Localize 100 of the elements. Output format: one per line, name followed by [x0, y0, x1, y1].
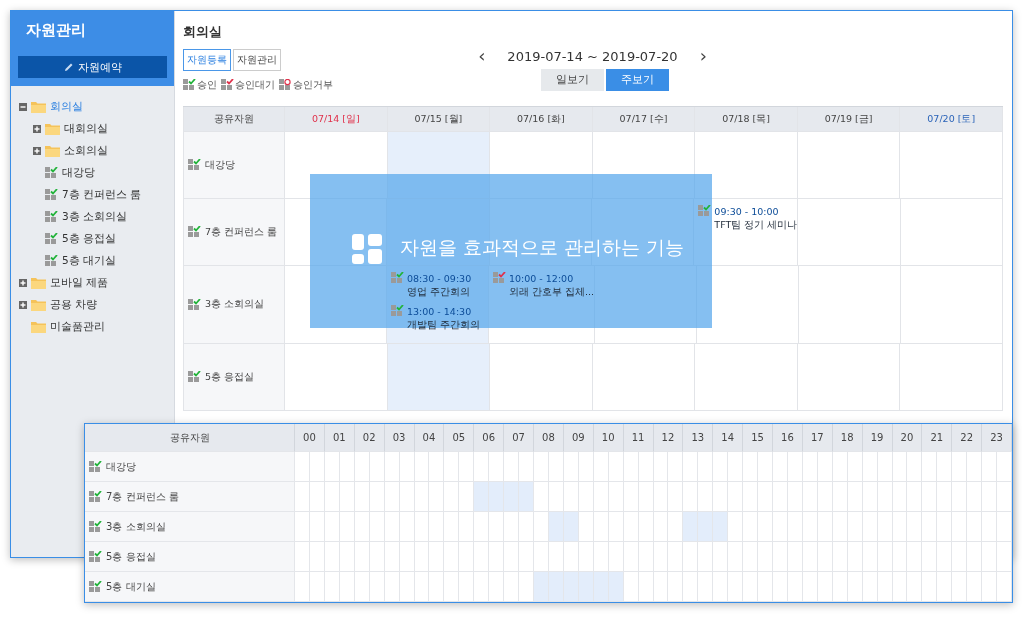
time-slot[interactable] [713, 542, 729, 572]
time-slot[interactable] [758, 572, 773, 602]
time-slot[interactable] [982, 512, 998, 542]
time-slot[interactable] [519, 512, 534, 542]
prev-button[interactable]: ‹ [474, 47, 490, 65]
time-slot[interactable] [728, 482, 744, 512]
time-slot[interactable] [713, 572, 729, 602]
time-slot[interactable] [444, 572, 460, 602]
time-slot[interactable] [519, 542, 534, 572]
time-slot[interactable] [997, 512, 1012, 542]
time-slot[interactable] [698, 572, 714, 602]
time-slot[interactable] [698, 542, 714, 572]
time-slot[interactable] [668, 512, 684, 542]
time-slot[interactable] [713, 512, 729, 542]
tree-item[interactable]: 미술품관리 [50, 320, 105, 334]
calendar-cell[interactable] [490, 344, 593, 411]
time-slot[interactable] [982, 542, 998, 572]
time-slot[interactable] [295, 512, 310, 542]
time-slot[interactable] [489, 542, 505, 572]
time-slot[interactable] [967, 452, 983, 482]
calendar-cell[interactable] [797, 344, 901, 411]
calendar-cell[interactable] [797, 132, 901, 199]
time-slot[interactable] [295, 482, 310, 512]
time-slot[interactable] [952, 452, 968, 482]
time-slot[interactable] [504, 452, 520, 482]
time-slot[interactable] [922, 452, 938, 482]
time-slot[interactable] [758, 482, 773, 512]
time-slot[interactable] [683, 542, 699, 572]
time-slot[interactable] [474, 482, 490, 512]
event-time[interactable]: 09:30 - 10:00 [714, 205, 779, 217]
time-slot[interactable] [952, 512, 968, 542]
calendar-cell[interactable] [387, 344, 491, 411]
time-slot[interactable] [459, 572, 475, 602]
time-slot[interactable] [698, 512, 714, 542]
event-time[interactable]: 13:00 - 14:30 [406, 305, 472, 317]
time-slot[interactable] [728, 452, 744, 482]
expand-icon[interactable] [19, 279, 27, 287]
time-slot[interactable] [982, 482, 998, 512]
calendar-cell[interactable] [799, 266, 901, 344]
time-slot[interactable] [937, 512, 953, 542]
time-slot[interactable] [459, 482, 475, 512]
time-slot[interactable] [683, 512, 699, 542]
time-slot[interactable] [519, 482, 534, 512]
calendar-cell[interactable] [900, 344, 1003, 411]
time-slot[interactable] [743, 452, 759, 482]
time-slot[interactable] [534, 572, 549, 602]
time-slot[interactable] [668, 542, 684, 572]
time-slot[interactable] [504, 572, 520, 602]
time-slot[interactable] [773, 452, 788, 482]
time-slot[interactable] [758, 542, 773, 572]
time-slot[interactable] [982, 452, 998, 482]
time-slot[interactable] [459, 452, 475, 482]
time-slot[interactable] [534, 512, 549, 542]
time-slot[interactable] [922, 512, 938, 542]
collapse-icon[interactable] [19, 103, 27, 111]
time-slot[interactable] [429, 452, 445, 482]
time-slot[interactable] [937, 572, 953, 602]
tree-item[interactable]: 대강당 [62, 166, 95, 180]
time-slot[interactable] [937, 452, 953, 482]
time-slot[interactable] [489, 482, 505, 512]
tree-item[interactable]: 5층 응접실 [62, 232, 117, 246]
time-slot[interactable] [474, 452, 490, 482]
time-slot[interactable] [997, 572, 1012, 602]
time-slot[interactable] [489, 452, 505, 482]
event-title[interactable]: TFT팀 정기 세미나 [714, 219, 798, 232]
time-slot[interactable] [713, 482, 729, 512]
event-time[interactable]: 10:00 - 12:00 [508, 272, 574, 284]
time-slot[interactable] [952, 542, 968, 572]
time-slot[interactable] [997, 542, 1012, 572]
time-slot[interactable] [997, 452, 1012, 482]
tree-item[interactable]: 7층 컨퍼런스 룸 [62, 188, 142, 202]
time-slot[interactable] [907, 572, 923, 602]
time-slot[interactable] [444, 542, 460, 572]
time-slot[interactable] [504, 482, 520, 512]
time-slot[interactable] [773, 482, 788, 512]
time-slot[interactable] [504, 512, 520, 542]
time-slot[interactable] [519, 452, 534, 482]
time-slot[interactable] [758, 512, 773, 542]
time-slot[interactable] [773, 542, 788, 572]
time-slot[interactable] [519, 572, 534, 602]
time-slot[interactable] [743, 542, 759, 572]
time-slot[interactable] [429, 572, 445, 602]
calendar-cell[interactable] [901, 266, 1003, 344]
time-slot[interactable] [474, 512, 490, 542]
time-slot[interactable] [967, 482, 983, 512]
action-button[interactable]: 자원등록 [183, 49, 231, 71]
time-slot[interactable] [489, 572, 505, 602]
time-slot[interactable] [743, 572, 759, 602]
view-tab[interactable]: 일보기 [541, 69, 605, 91]
time-slot[interactable] [489, 512, 505, 542]
time-slot[interactable] [474, 542, 490, 572]
reserve-button[interactable]: 자원예약 [18, 56, 167, 78]
time-slot[interactable] [429, 542, 445, 572]
event-title[interactable]: 영업 주간회의 [406, 286, 472, 299]
time-slot[interactable] [907, 542, 923, 572]
time-slot[interactable] [967, 512, 983, 542]
expand-icon[interactable] [33, 125, 41, 133]
event-title[interactable]: 외래 간호부 집체... [508, 286, 595, 299]
time-slot[interactable] [728, 512, 744, 542]
time-slot[interactable] [743, 512, 759, 542]
